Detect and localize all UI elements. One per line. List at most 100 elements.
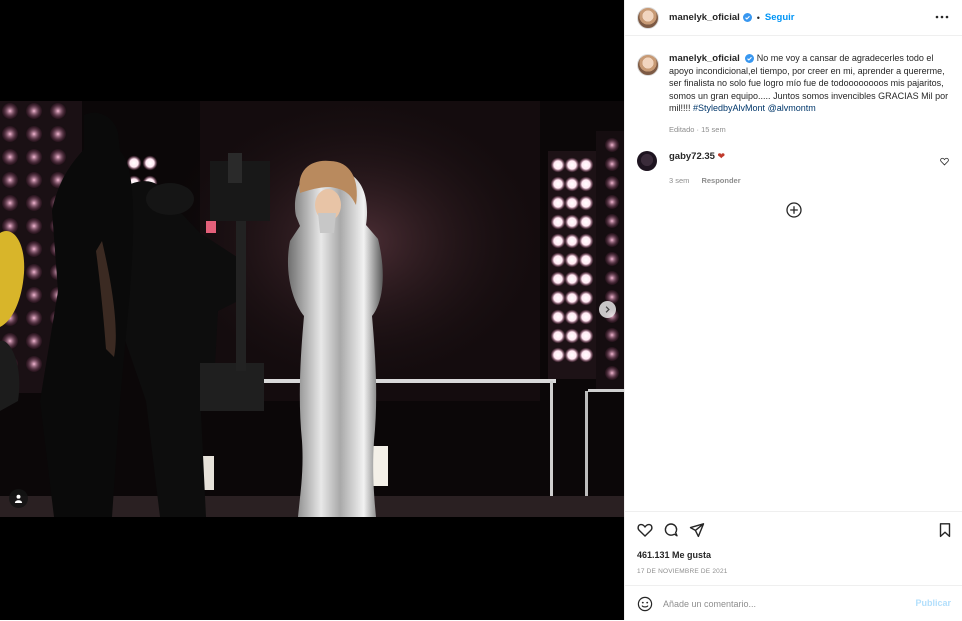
author-username[interactable]: manelyk_oficial [669, 12, 740, 23]
post-sidebar: manelyk_oficial • Seguir manelyk_oficial… [624, 0, 962, 620]
stage-light-bulb [550, 176, 566, 192]
stage-light-bulb [26, 333, 42, 349]
like-heart-icon[interactable] [637, 522, 653, 538]
load-more-comments-icon[interactable] [786, 202, 802, 218]
stage-light-bulb [578, 195, 594, 211]
stage-light-bulb [2, 172, 18, 188]
chevron-right-icon [605, 306, 610, 313]
stage-light-bulb [26, 172, 42, 188]
stage-light-bulb [26, 218, 42, 234]
caption-username[interactable]: manelyk_oficial [669, 53, 740, 64]
post-date: 17 DE NOVIEMBRE DE 2021 [637, 568, 728, 575]
stage-light-bulb [26, 126, 42, 142]
caption-hashtag[interactable]: #StyledbyAlvMont [693, 103, 765, 113]
stage-light-bulb [578, 328, 594, 344]
stage-light-bulb [550, 195, 566, 211]
stage-light-bulb [578, 309, 594, 325]
stage-light-bulb [550, 309, 566, 325]
share-send-icon[interactable] [689, 522, 705, 538]
stage-light-bulb [2, 126, 18, 142]
stage-light-bulb [564, 271, 580, 287]
caption-avatar[interactable] [637, 54, 659, 76]
stage-light-bulb [564, 252, 580, 268]
stage-light-bulb [605, 347, 619, 361]
stage-light-bulb [126, 155, 142, 171]
comment-item: gaby72.35 ❤ 3 sem Responder [637, 151, 957, 185]
tagged-users-button[interactable] [9, 489, 28, 508]
stage-light-bulb [605, 176, 619, 190]
stage-light-bulb [564, 157, 580, 173]
stage-light-bulb [605, 157, 619, 171]
stage-light-bulb [605, 138, 619, 152]
caption-edited-time: Editado · 15 sem [669, 125, 726, 135]
post-photo[interactable] [0, 101, 624, 517]
stage-light-bulb [2, 103, 18, 119]
stage-light-bulb [26, 241, 42, 257]
stage-light-bulb [142, 155, 158, 171]
stage-light-bulb [550, 157, 566, 173]
post-caption: manelyk_oficial No me voy a cansar de ag… [637, 52, 955, 136]
stage-light-bulb [550, 290, 566, 306]
stage-light-bulb [605, 252, 619, 266]
stage-light-bulb [605, 328, 619, 342]
comment-bubble-icon[interactable] [663, 522, 679, 538]
emoji-icon[interactable] [637, 596, 653, 612]
bookmark-icon[interactable] [937, 522, 953, 538]
comment-avatar[interactable] [637, 151, 657, 171]
post-header: manelyk_oficial • Seguir [625, 0, 962, 36]
stage-light-bulb [564, 176, 580, 192]
stage-light-bulb [26, 149, 42, 165]
comment-body: gaby72.35 ❤ 3 sem Responder [669, 151, 741, 185]
stage-light-bulb [564, 309, 580, 325]
post-actions: 461.131 Me gusta 17 DE NOVIEMBRE DE 2021… [625, 511, 962, 620]
comment-username[interactable]: gaby72.35 [669, 151, 715, 162]
stage-light-bulb [26, 195, 42, 211]
stage-light-bulb [50, 149, 66, 165]
stage-light-bulb [550, 214, 566, 230]
comment-text: ❤ [717, 151, 726, 161]
stage-light-bulb [564, 328, 580, 344]
author-avatar[interactable] [637, 6, 659, 29]
stage-light-bulb [578, 157, 594, 173]
caption-mention[interactable]: @alvmontm [768, 103, 816, 113]
stage-light-bulb [578, 176, 594, 192]
stage-light-bulb [578, 233, 594, 249]
action-bar [637, 522, 953, 540]
verified-badge-icon [742, 13, 752, 22]
comment-heart-icon[interactable] [940, 157, 949, 166]
stage-light-bulb [564, 290, 580, 306]
stage-light-bulb [550, 233, 566, 249]
stage-light-bulb [26, 356, 42, 372]
stage-light-bulb [564, 347, 580, 363]
next-photo-button[interactable] [599, 301, 616, 318]
comment-time: 3 sem [669, 176, 690, 185]
stage-light-bulb [578, 347, 594, 363]
more-horizontal-icon[interactable] [935, 12, 949, 22]
stage-light-bulb [50, 103, 66, 119]
stage-light-bulb [564, 233, 580, 249]
stage-light-bulb [578, 290, 594, 306]
stage-light-bulb [605, 214, 619, 228]
stage-light-bulb [26, 103, 42, 119]
add-comment-bar: Publicar [625, 585, 962, 621]
comment-reply-button[interactable]: Responder [701, 176, 740, 185]
stage-light-bulb [578, 214, 594, 230]
user-icon [14, 494, 23, 503]
follow-button[interactable]: Seguir [765, 12, 795, 23]
likes-count[interactable]: 461.131 Me gusta [637, 550, 711, 560]
separator-dot: • [756, 12, 760, 23]
stage-light-bulb [50, 126, 66, 142]
publish-button[interactable]: Publicar [915, 598, 951, 608]
stage-light-bulb [550, 328, 566, 344]
stage-light-bulb [26, 287, 42, 303]
verified-badge-icon [745, 54, 755, 64]
comment-meta: 3 sem Responder [669, 176, 741, 185]
stage-light-bulb [2, 195, 18, 211]
comment-input[interactable] [663, 598, 903, 609]
stage-light-bulb [564, 214, 580, 230]
stage-light-bulb [605, 233, 619, 247]
stage-light-bulb [550, 252, 566, 268]
caption-body: manelyk_oficial No me voy a cansar de ag… [669, 52, 955, 136]
stage-light-bulb [605, 271, 619, 285]
stage-light-bulb [578, 271, 594, 287]
